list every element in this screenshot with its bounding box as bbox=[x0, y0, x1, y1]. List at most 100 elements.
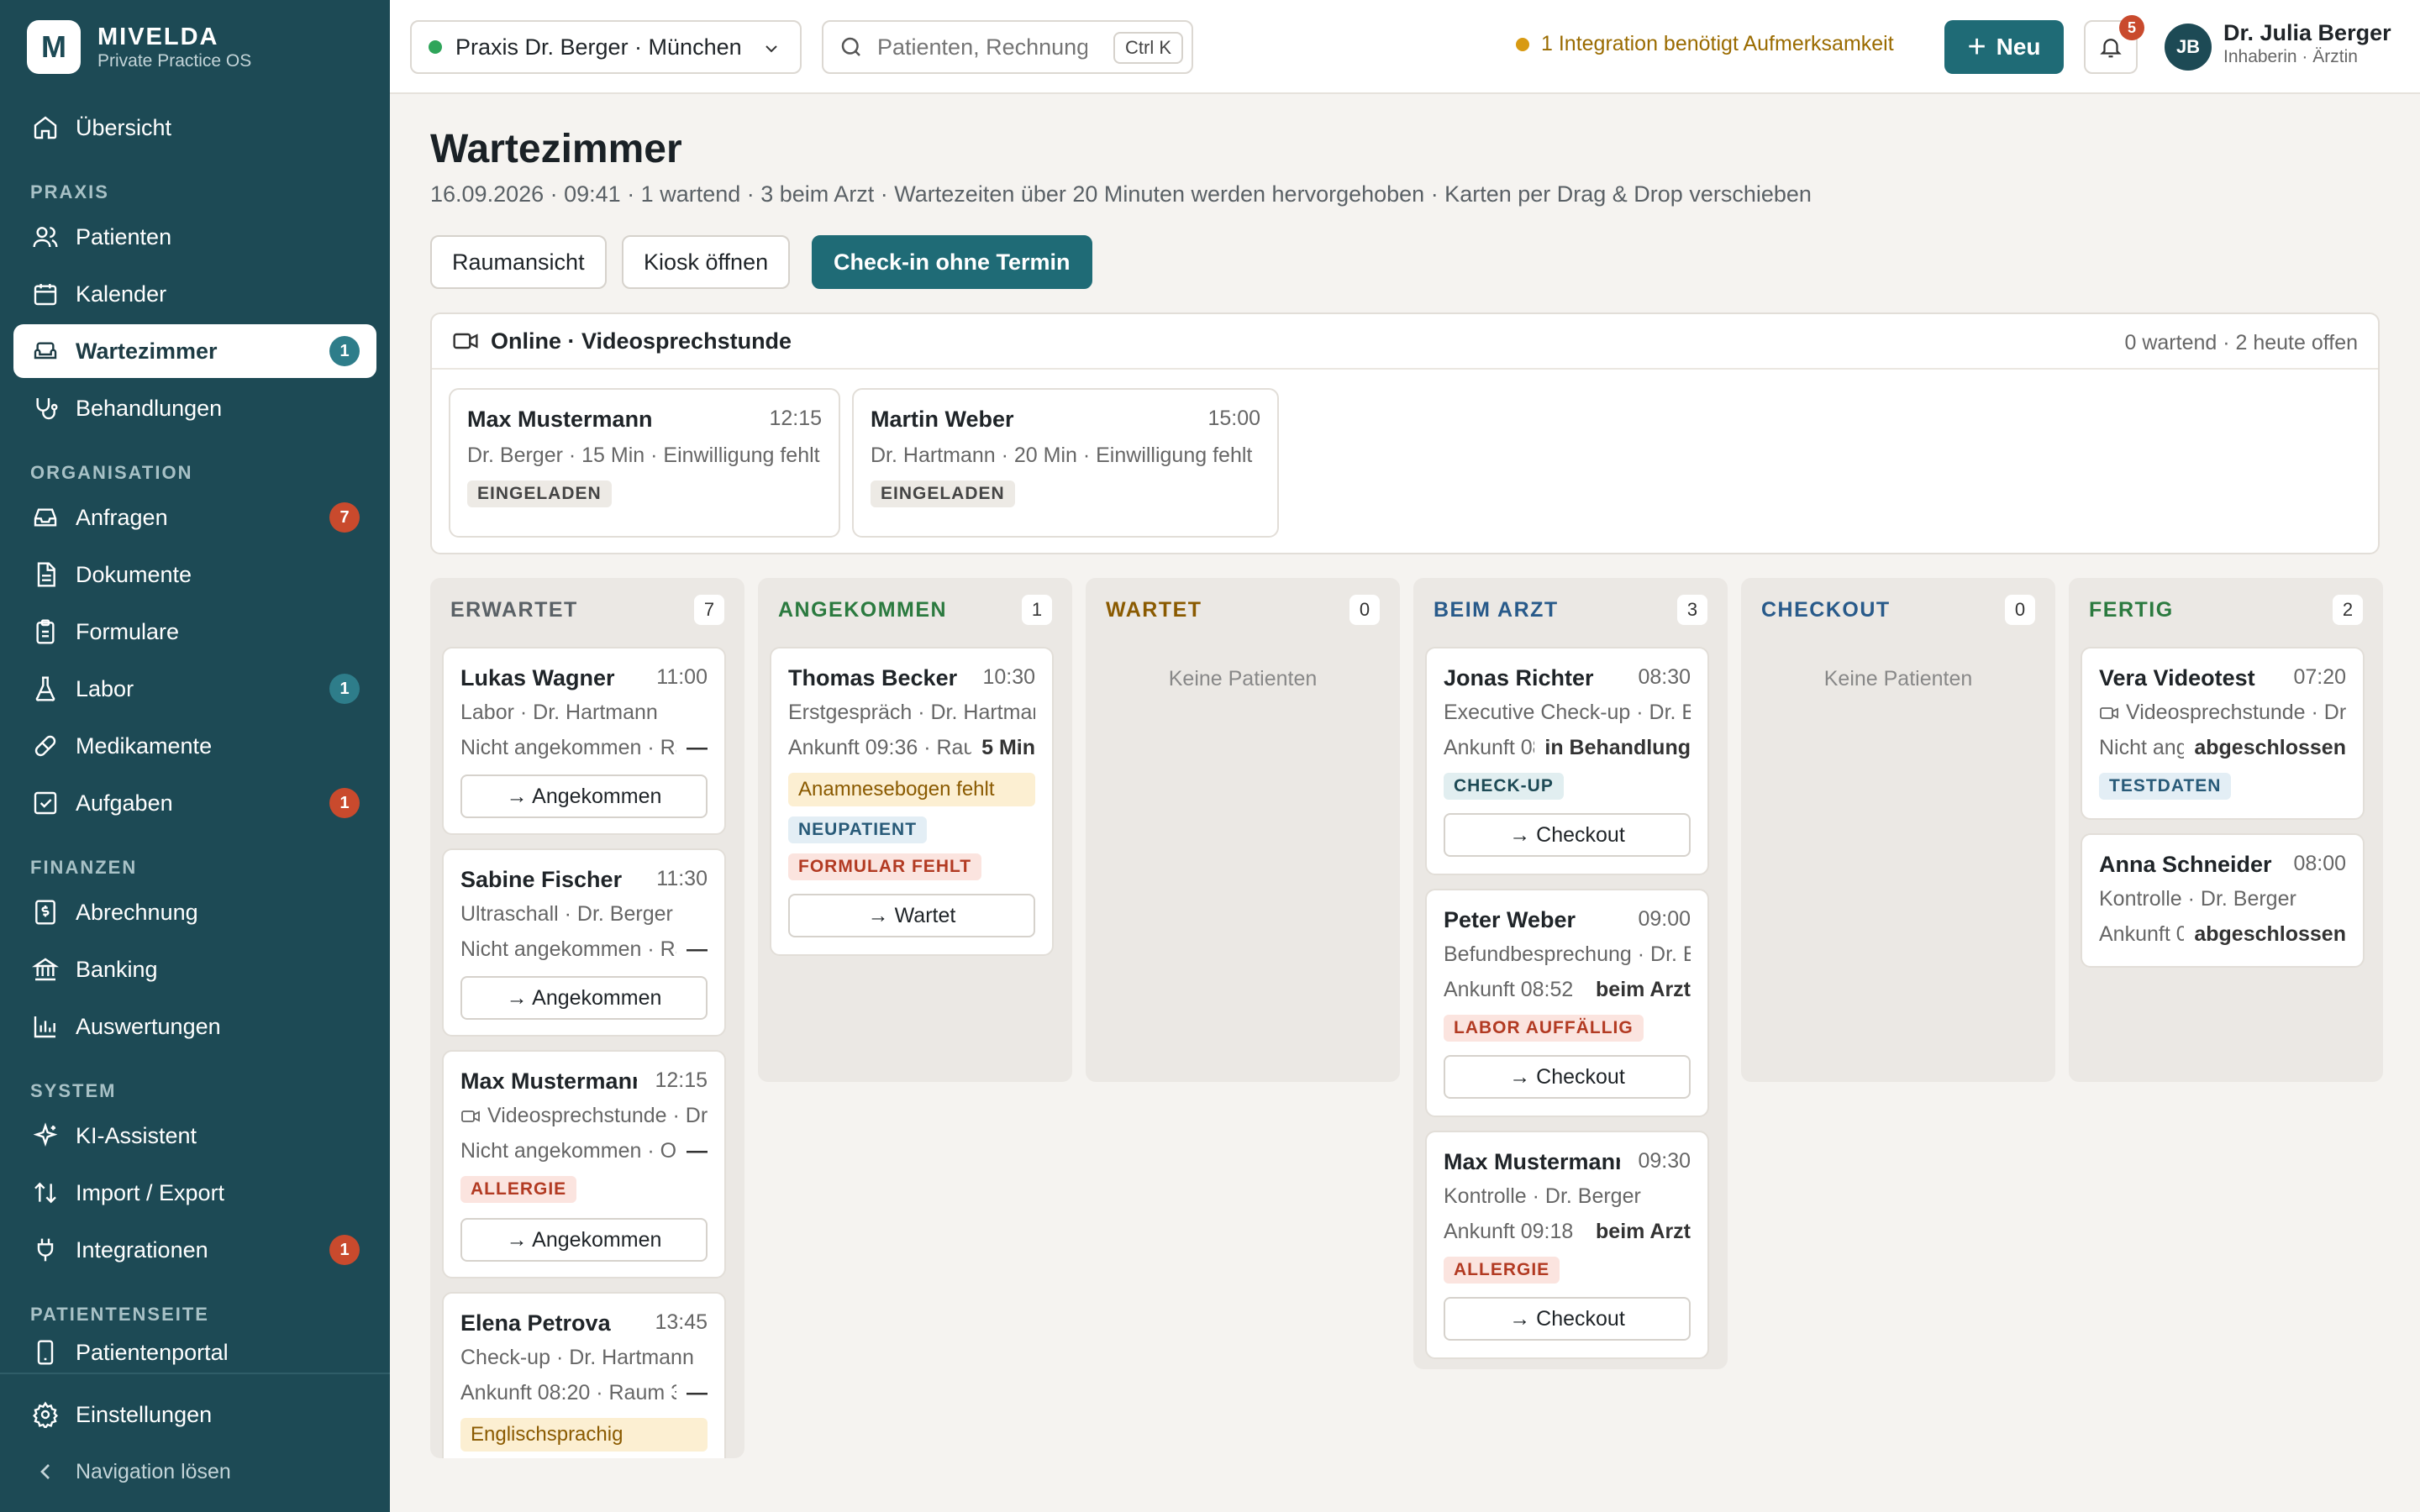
column-title: ERWARTET bbox=[450, 598, 578, 622]
search-box: Ctrl K bbox=[822, 20, 1193, 74]
sidebar-item-label: Banking bbox=[76, 956, 158, 982]
checkout-button[interactable]: → Checkout bbox=[1444, 1055, 1691, 1099]
practice-selector[interactable]: Praxis Dr. Berger · München bbox=[410, 20, 802, 74]
new-button[interactable]: + Neu bbox=[1944, 20, 2064, 74]
online-patient-card[interactable]: Martin Weber 15:00 Dr. Hartmann · 20 Min… bbox=[852, 388, 1279, 538]
sidebar-item-requests[interactable]: Anfragen 7 bbox=[13, 491, 376, 544]
open-kiosk-button[interactable]: Kiosk öffnen bbox=[622, 235, 791, 289]
sidebar-item-ai-assistant[interactable]: KI-Assistent bbox=[13, 1109, 376, 1163]
checkout-button[interactable]: → Checkout bbox=[1444, 1297, 1691, 1341]
search-input[interactable] bbox=[877, 34, 1087, 60]
video-camera-icon bbox=[452, 328, 491, 354]
sidebar-item-treatments[interactable]: Behandlungen bbox=[13, 381, 376, 435]
stethoscope-icon bbox=[30, 393, 60, 423]
arrival-info: Ankunft 09:36 · Raum 1 bbox=[788, 736, 972, 759]
sidebar-item-reports[interactable]: Auswertungen bbox=[13, 1000, 376, 1053]
page-subtitle: 16.09.2026 · 09:41 · 1 wartend · 3 beim … bbox=[430, 181, 1812, 207]
mark-arrived-button[interactable]: → Angekommen bbox=[460, 976, 708, 1020]
patient-card[interactable]: Anna Schneider 08:00 Kontrolle · Dr. Ber… bbox=[2081, 833, 2365, 968]
column-title: WARTET bbox=[1106, 598, 1202, 622]
sidebar-item-patients[interactable]: Patienten bbox=[13, 210, 376, 264]
sparkle-icon bbox=[30, 1121, 60, 1151]
notifications-count-badge: 5 bbox=[2119, 15, 2144, 40]
test-data-badge: TESTDATEN bbox=[2099, 773, 2232, 800]
column-title: FERTIG bbox=[2089, 598, 2174, 622]
patient-card[interactable]: Max Mustermann 12:15 Videosprechstunde ·… bbox=[442, 1050, 726, 1278]
arrival-row: Ankunft 07:52 abgeschlossen bbox=[2099, 922, 2346, 947]
user-name[interactable]: Dr. Julia Berger bbox=[2223, 20, 2391, 46]
patient-card[interactable]: Vera Videotest 07:20 Videosprechstunde ·… bbox=[2081, 647, 2365, 820]
nav-section-system: SYSTEM bbox=[30, 1080, 117, 1101]
waiting-count-badge: 1 bbox=[329, 336, 360, 366]
arrival-info: Ankunft 07:52 bbox=[2099, 922, 2185, 946]
patient-card[interactable]: Sabine Fischer 11:30 Ultraschall · Dr. B… bbox=[442, 848, 726, 1037]
sidebar-item-lab[interactable]: Labor 1 bbox=[13, 662, 376, 716]
wait-status: — bbox=[687, 736, 708, 759]
brand[interactable]: M MIVELDA Private Practice OS bbox=[27, 20, 251, 74]
collapse-navigation-button[interactable]: Navigation lösen bbox=[13, 1445, 376, 1499]
mark-waiting-button[interactable]: → Wartet bbox=[788, 894, 1035, 937]
patient-card[interactable]: Jonas Richter 08:30 Executive Check-up ·… bbox=[1425, 647, 1709, 875]
sidebar-item-label: Formulare bbox=[76, 618, 180, 644]
patient-card[interactable]: Lukas Wagner 11:00 Labor · Dr. Hartmann … bbox=[442, 647, 726, 835]
patient-card[interactable]: Thomas Becker 10:30 Erstgespräch · Dr. H… bbox=[770, 647, 1054, 956]
sidebar-item-tasks[interactable]: Aufgaben 1 bbox=[13, 776, 376, 830]
appointment-type: Befundbesprechung · Dr. Berger bbox=[1444, 942, 1691, 966]
appointment-type: Check-up · Dr. Hartmann bbox=[460, 1346, 694, 1369]
sidebar-item-integrations[interactable]: Integrationen 1 bbox=[13, 1223, 376, 1277]
appointment-time: 15:00 bbox=[1207, 407, 1260, 430]
sidebar-item-patient-portal[interactable]: Patientenportal bbox=[13, 1332, 376, 1373]
column-count: 7 bbox=[694, 595, 724, 625]
patient-card[interactable]: Peter Weber 09:00 Befundbesprechung · Dr… bbox=[1425, 889, 1709, 1117]
notifications-button[interactable]: 5 bbox=[2084, 15, 2144, 74]
mark-arrived-button[interactable]: → Angekommen bbox=[460, 1218, 708, 1262]
nav-section-finance: FINANZEN bbox=[30, 857, 138, 878]
checkbox-icon bbox=[30, 788, 60, 818]
mark-arrived-button[interactable]: → Angekommen bbox=[460, 774, 708, 818]
room-view-button[interactable]: Raumansicht bbox=[430, 235, 607, 289]
empty-column-text: Keine Patienten bbox=[1168, 667, 1318, 690]
column-done: FERTIG 2 Vera Videotest 07:20 Videosprec… bbox=[2069, 578, 2383, 1082]
sidebar-item-documents[interactable]: Dokumente bbox=[13, 548, 376, 601]
walk-in-checkin-button[interactable]: Check-in ohne Termin bbox=[812, 235, 1092, 289]
appointment-type: Videosprechstunde · Dr. Berger bbox=[2126, 701, 2346, 724]
checkout-button[interactable]: → Checkout bbox=[1444, 813, 1691, 857]
sidebar-item-label: Import / Export bbox=[76, 1179, 225, 1205]
sidebar-item-waiting-room[interactable]: Wartezimmer 1 bbox=[13, 324, 376, 378]
arrival-info: Ankunft 08:22 bbox=[1444, 736, 1534, 759]
integration-alert[interactable]: 1 Integration benötigt Aufmerksamkeit bbox=[1516, 32, 1894, 56]
chevron-down-icon bbox=[761, 39, 781, 59]
sidebar-item-overview[interactable]: Übersicht bbox=[13, 101, 376, 155]
patient-card[interactable]: Elena Petrova 13:45 Check-up · Dr. Hartm… bbox=[442, 1292, 726, 1458]
arrival-info: Ankunft 08:52 bbox=[1444, 978, 1574, 1001]
sidebar-item-medications[interactable]: Medikamente bbox=[13, 719, 376, 773]
sidebar-item-billing[interactable]: Abrechnung bbox=[13, 885, 376, 939]
sidebar-item-label: Patienten bbox=[76, 223, 172, 249]
treatment-status: beim Arzt bbox=[1596, 1220, 1691, 1243]
status-badge: EINGELADEN bbox=[871, 480, 1015, 507]
inbox-icon bbox=[30, 502, 60, 533]
new-button-label: Neu bbox=[1996, 34, 2041, 60]
online-panel-count: 0 wartend · 2 heute offen bbox=[2124, 331, 2358, 354]
appointment-type-row: Videosprechstunde · Dr. Berger bbox=[460, 1104, 708, 1128]
sidebar-item-forms[interactable]: Formulare bbox=[13, 605, 376, 659]
calendar-icon bbox=[30, 279, 60, 309]
patient-name: Thomas Becker bbox=[788, 665, 958, 690]
appointment-time: 10:30 bbox=[982, 665, 1035, 689]
sidebar-item-settings[interactable]: Einstellungen bbox=[13, 1388, 376, 1441]
patient-name: Jonas Richter bbox=[1444, 665, 1594, 690]
arrival-row: Ankunft 09:36 · Raum 1 5 Min bbox=[788, 736, 1035, 760]
sidebar-item-banking[interactable]: Banking bbox=[13, 942, 376, 996]
wait-status: — bbox=[687, 1381, 708, 1404]
empty-column-text: Keine Patienten bbox=[1823, 667, 1973, 690]
sidebar-item-import-export[interactable]: Import / Export bbox=[13, 1166, 376, 1220]
column-title: ANGEKOMMEN bbox=[778, 598, 948, 622]
patient-card[interactable]: Max Mustermann 09:30 Kontrolle · Dr. Ber… bbox=[1425, 1131, 1709, 1359]
online-patient-card[interactable]: Max Mustermann 12:15 Dr. Berger · 15 Min… bbox=[449, 388, 840, 538]
sidebar-item-label: Anfragen bbox=[76, 504, 168, 530]
avatar[interactable]: JB bbox=[2165, 24, 2212, 71]
appointment-meta: Dr. Berger · 15 Min · Einwilligung fehlt bbox=[467, 444, 820, 467]
appointment-time: 11:30 bbox=[656, 867, 708, 890]
document-icon bbox=[30, 559, 60, 590]
sidebar-item-calendar[interactable]: Kalender bbox=[13, 267, 376, 321]
